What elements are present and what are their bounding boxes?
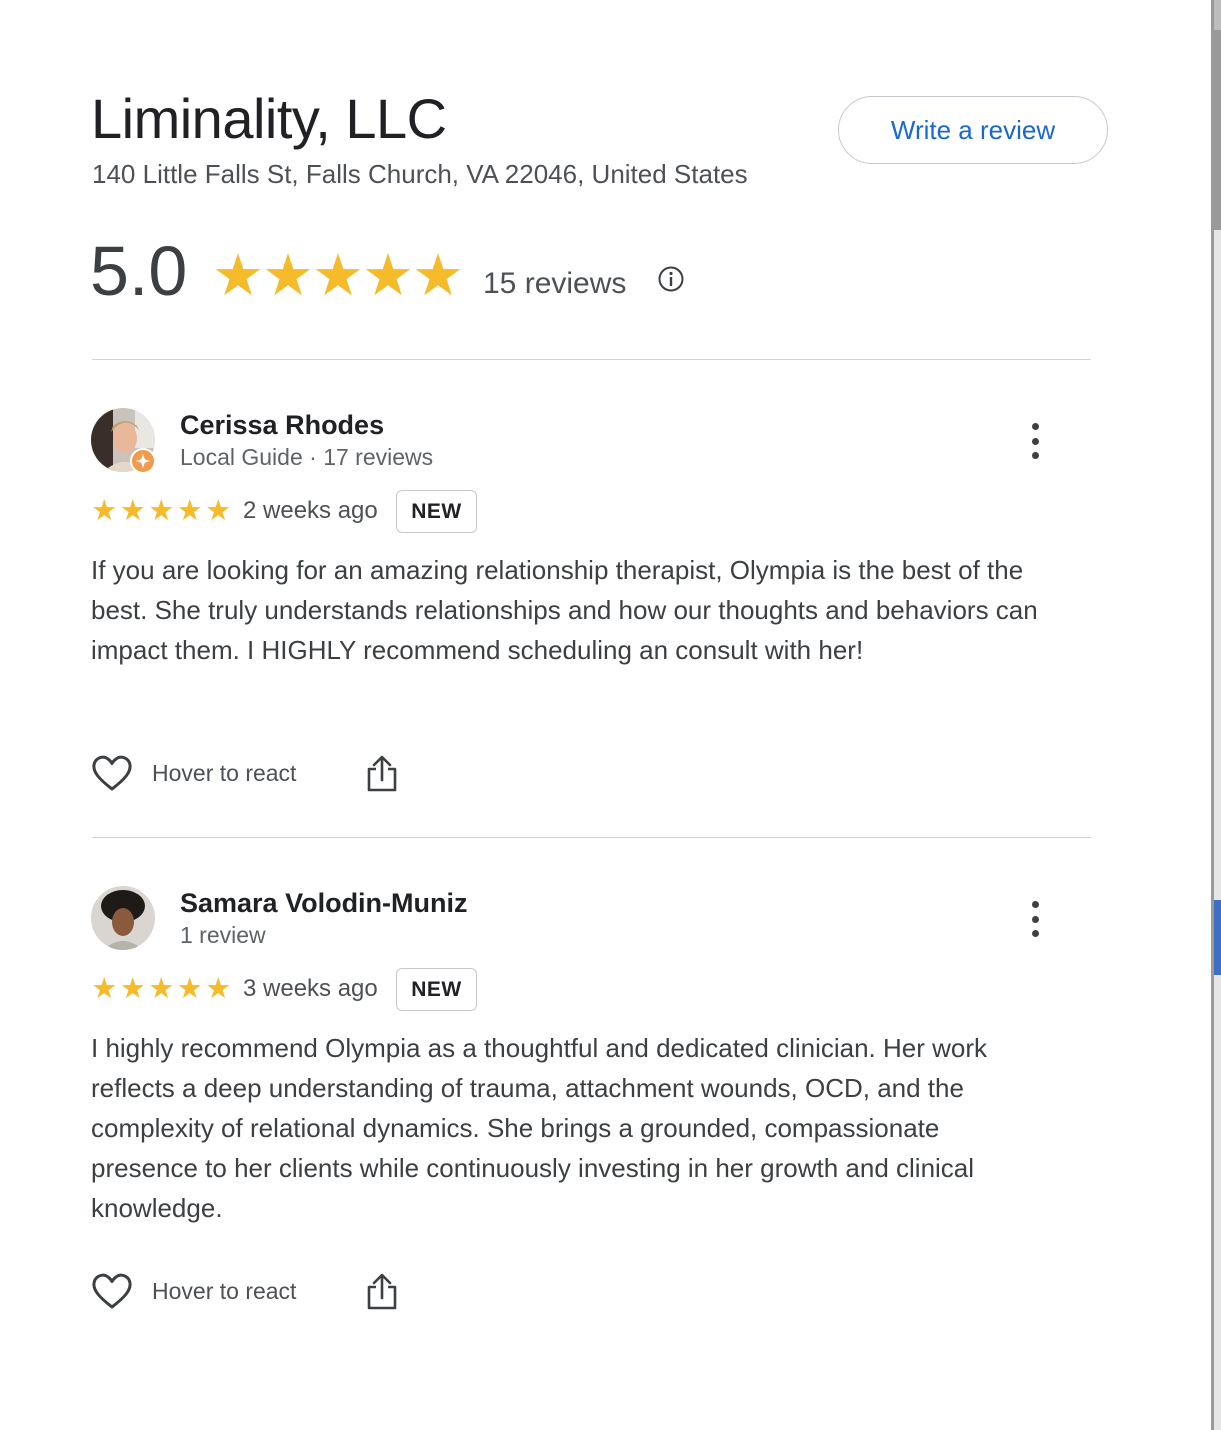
more-options-icon[interactable]: [1024, 421, 1046, 461]
reviews-panel: Liminality, LLC 140 Little Falls St, Fal…: [0, 0, 1211, 1430]
review-time: 3 weeks ago: [243, 975, 378, 1002]
more-options-icon[interactable]: [1024, 899, 1046, 939]
star-icon: ★: [176, 495, 203, 527]
star-icon: ★: [91, 495, 118, 527]
star-icon: ★: [212, 243, 264, 308]
star-icon: ★: [91, 973, 118, 1005]
new-badge: NEW: [396, 968, 477, 1011]
review-divider: [92, 837, 1091, 838]
business-address: 140 Little Falls St, Falls Church, VA 22…: [92, 159, 748, 189]
star-icon: ★: [362, 243, 414, 308]
star-icon: ★: [412, 243, 464, 308]
react-label[interactable]: Hover to react: [152, 1276, 296, 1306]
review-stars: ★ ★ ★ ★ ★: [90, 496, 233, 526]
review-stars: ★ ★ ★ ★ ★: [90, 974, 233, 1004]
share-icon[interactable]: [366, 1273, 398, 1311]
reviewer-meta: Local Guide · 17 reviews: [180, 444, 434, 470]
star-icon: ★: [312, 243, 364, 308]
star-icon: ★: [205, 973, 232, 1005]
star-icon: ★: [176, 973, 203, 1005]
review-text: If you are looking for an amazing relati…: [91, 555, 1038, 665]
reviewer-name[interactable]: Cerissa Rhodes: [180, 409, 384, 441]
new-badge: NEW: [396, 490, 477, 533]
reviewer-name[interactable]: Samara Volodin-Muniz: [180, 887, 468, 919]
background-window-edge: [1211, 0, 1221, 1430]
star-icon: ★: [119, 973, 146, 1005]
business-name: Liminality, LLC: [91, 87, 447, 150]
star-icon: ★: [148, 495, 175, 527]
star-icon: ★: [119, 495, 146, 527]
total-review-count: 15 reviews: [483, 267, 627, 300]
review-text: I highly recommend Olympia as a thoughtf…: [91, 1033, 988, 1223]
info-icon[interactable]: [657, 265, 685, 293]
section-divider: [92, 359, 1091, 360]
heart-icon[interactable]: [91, 1272, 133, 1310]
average-rating: 5.0: [90, 232, 188, 310]
reviewer-meta: 1 review: [180, 922, 266, 948]
star-icon: ★: [205, 495, 232, 527]
share-icon[interactable]: [366, 755, 398, 793]
local-guide-badge-icon: [130, 448, 156, 474]
review-time: 2 weeks ago: [243, 497, 378, 524]
heart-icon[interactable]: [91, 754, 133, 792]
star-icon: ★: [148, 973, 175, 1005]
star-icon: ★: [262, 243, 314, 308]
avatar[interactable]: [91, 886, 155, 950]
write-review-button[interactable]: Write a review: [838, 96, 1108, 164]
react-label[interactable]: Hover to react: [152, 758, 296, 788]
average-rating-stars: ★ ★ ★ ★ ★: [212, 243, 464, 308]
